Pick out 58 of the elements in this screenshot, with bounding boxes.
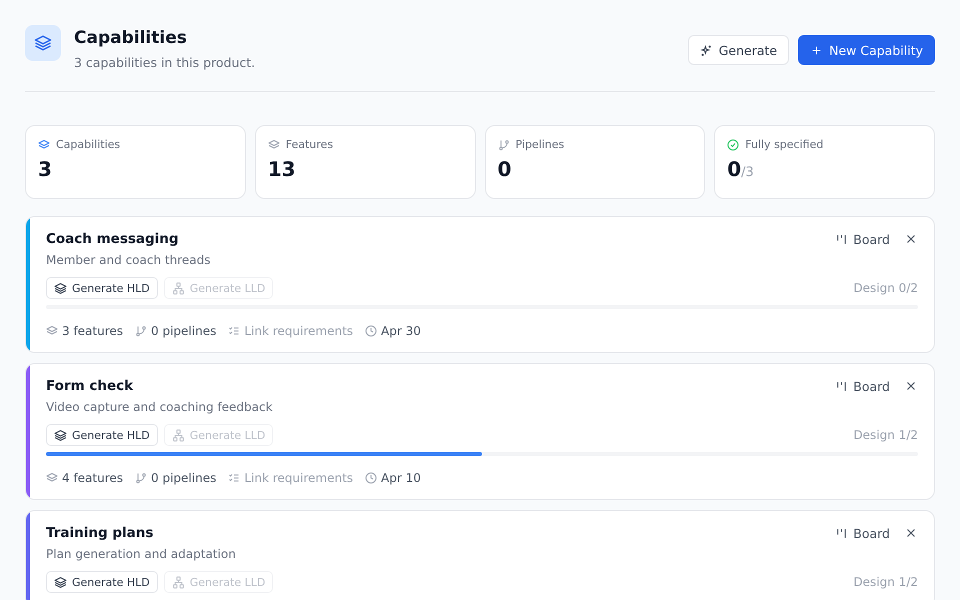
new-capability-button[interactable]: New Capability [798, 35, 935, 65]
clock-icon [365, 472, 378, 484]
layers-icon [268, 138, 280, 150]
stat-value: 0 [498, 157, 512, 181]
meta-text: 0 pipelines [151, 324, 216, 338]
board-button[interactable]: Board [835, 232, 890, 246]
layers-icon [54, 576, 67, 588]
capability-description: Member and coach threads [46, 253, 212, 267]
layers-icon [54, 428, 67, 442]
layers-icon [46, 472, 58, 484]
board-button[interactable]: Board [835, 526, 890, 540]
stat-value: 13 [268, 157, 296, 181]
layers-icon [38, 138, 50, 150]
plus-icon [810, 44, 824, 56]
stat-label: Fully specified [745, 138, 824, 151]
kanban-icon [835, 232, 848, 246]
page-subtitle: 3 capabilities in this product. [74, 55, 256, 70]
stat-total: /3 [741, 165, 754, 180]
layers-icon [54, 282, 67, 294]
meta-text: Apr 10 [381, 471, 421, 485]
check-circle-icon [727, 138, 740, 150]
capability-title: Training plans [46, 525, 154, 541]
layers-icon [25, 25, 61, 61]
capability-title: Coach messaging [46, 231, 180, 247]
generate-button[interactable]: Generate HLD [46, 571, 158, 593]
hierarchy-icon [172, 282, 185, 294]
board-button[interactable]: Board [835, 378, 890, 394]
kanban-icon [835, 526, 848, 540]
capability-description: Video capture and coaching feedback [46, 400, 274, 414]
meta-text: 3 features [62, 324, 124, 338]
stat-value: 0 [727, 157, 742, 181]
stat-label: Capabilities [56, 138, 120, 151]
meta-text: 4 features [62, 471, 124, 485]
kanban-icon [835, 380, 848, 392]
hierarchy-icon [172, 428, 185, 442]
layers-icon [46, 325, 58, 337]
meta-text: 0 pipelines [151, 471, 216, 485]
generate-button[interactable]: Generate HLD [46, 277, 158, 299]
capability-description: Plan generation and adaptation [46, 547, 237, 561]
generate-button[interactable]: Generate [688, 35, 790, 65]
branch-icon [135, 325, 148, 337]
page-title: Capabilities [74, 27, 188, 50]
stat-label: Pipelines [516, 138, 564, 151]
branch-icon [135, 472, 148, 484]
capability-title: Form check [46, 378, 134, 394]
branch-icon [498, 138, 510, 150]
generate-button[interactable]: Generate HLD [46, 424, 158, 446]
checklist-icon [228, 472, 240, 484]
clock-icon [365, 325, 378, 337]
design-progress-label: Design 1/2 [853, 428, 918, 442]
meta-text: Apr 30 [381, 324, 421, 338]
stat-value: 3 [38, 157, 52, 181]
checklist-icon [228, 325, 240, 337]
sparkles-icon [700, 44, 713, 56]
stat-label: Features [286, 138, 334, 151]
design-progress-label: Design 1/2 [853, 575, 918, 589]
design-progress-label: Design 0/2 [853, 281, 918, 295]
hierarchy-icon [172, 576, 185, 588]
